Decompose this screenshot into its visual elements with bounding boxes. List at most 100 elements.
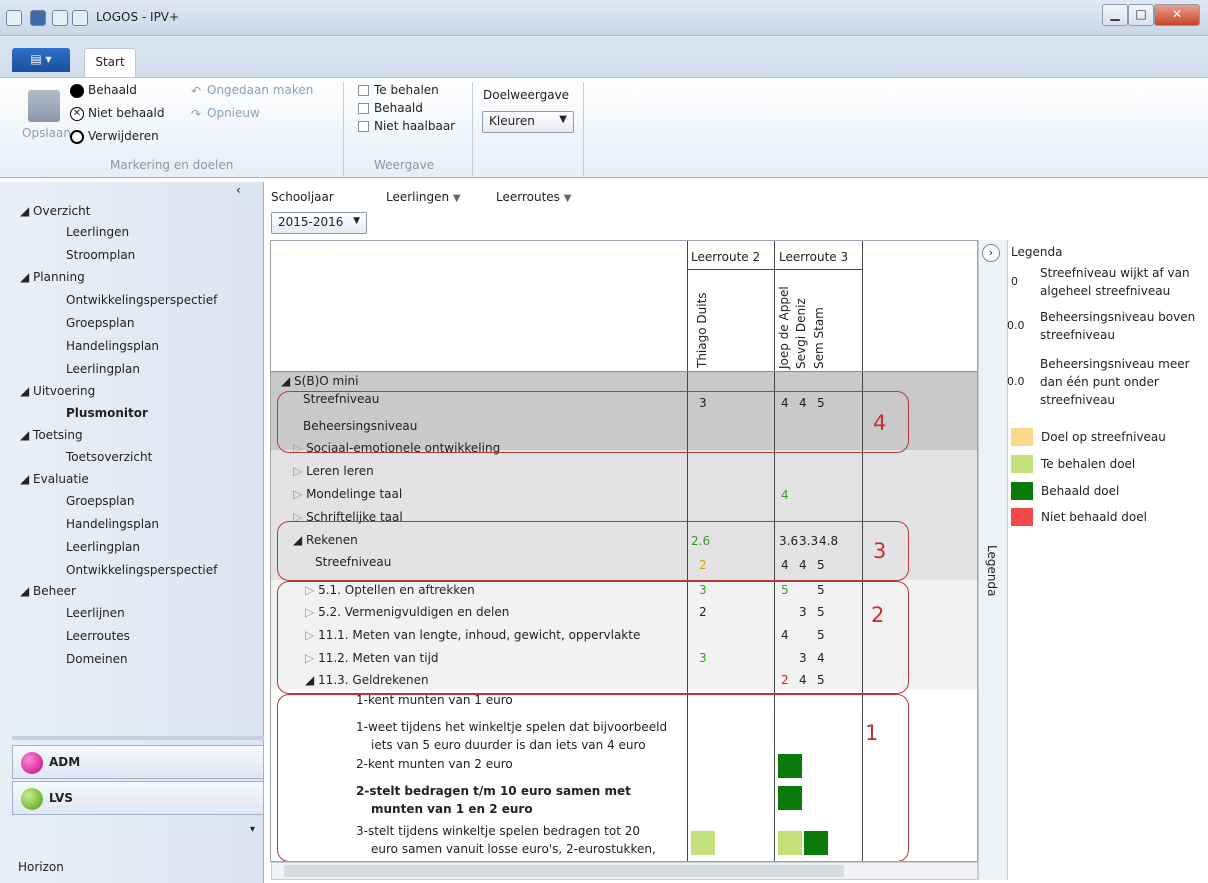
route-2-header: Leerroute 2 — [691, 250, 761, 264]
title-bar: LOGOS - IPV+ ▁ □ ✕ — [0, 0, 1208, 36]
redo-button[interactable]: Opnieuw — [207, 106, 260, 120]
module-adm-button[interactable]: ADM — [12, 745, 264, 779]
swatch-niet-behaald — [1011, 508, 1033, 526]
save-button[interactable]: Opslaan — [22, 126, 71, 140]
behaald-checkbox[interactable] — [358, 103, 369, 114]
legend-swatch-2: Te behalen doel — [1041, 457, 1136, 471]
nav-evaluatie-ontwikkelingsperspectief[interactable]: Ontwikkelingsperspectief — [66, 563, 217, 577]
nav-groepsplan[interactable]: Groepsplan — [66, 316, 134, 330]
save-quick-icon[interactable] — [30, 10, 46, 26]
legend-title: Legenda — [1011, 245, 1063, 259]
undo-quick-icon[interactable] — [52, 10, 68, 26]
module-lvs-button[interactable]: LVS — [12, 781, 264, 815]
nav-evaluatie-handelingsplan[interactable]: Handelingsplan — [66, 517, 159, 531]
legend-toggle-icon[interactable]: › — [982, 244, 1000, 262]
legend-sample-red: 0.0 — [1007, 375, 1025, 388]
leerroutes-filter[interactable]: Leerroutes ▼ — [496, 190, 571, 204]
annotation-label-3: 3 — [873, 539, 887, 563]
chevron-down-icon: ▼ — [559, 114, 567, 125]
student-thiago-duits[interactable]: Thiago Duits — [695, 292, 709, 368]
dropdown-icon: ▼ — [563, 193, 572, 204]
swatch-te-behalen — [1011, 455, 1033, 473]
niet-haalbaar-checkbox[interactable] — [358, 121, 369, 132]
nav-evaluatie-leerlingplan[interactable]: Leerlingplan — [66, 540, 140, 554]
app-icon — [6, 10, 22, 26]
verwijderen-button[interactable]: Verwijderen — [88, 129, 159, 143]
adm-orb-icon — [21, 752, 43, 774]
niet-behaald-button[interactable]: Niet behaald — [88, 106, 164, 120]
nav-planning[interactable]: ◢ Planning — [20, 270, 85, 284]
annotation-label-1: 1 — [865, 721, 879, 745]
route-header-line — [687, 269, 862, 270]
undo-button[interactable]: Ongedaan maken — [207, 83, 313, 97]
nav-uitvoering[interactable]: ◢ Uitvoering — [20, 384, 95, 398]
scrollbar-thumb[interactable] — [284, 865, 844, 877]
nav-plusmonitor[interactable]: Plusmonitor — [66, 406, 148, 420]
group-label-markering: Markering en doelen — [110, 158, 234, 172]
legend-item-2: Beheersingsniveau boven streefniveau — [1040, 310, 1196, 342]
legend-swatch-3: Behaald doel — [1041, 484, 1120, 498]
redo-quick-icon[interactable] — [72, 10, 88, 26]
annotation-box-2 — [277, 581, 909, 694]
nav-splitter[interactable] — [12, 736, 264, 740]
module-overflow-icon[interactable]: ▾ — [250, 824, 255, 835]
annotation-box-3 — [277, 521, 909, 581]
student-joep-de-appel[interactable]: Joep de Appel — [777, 277, 791, 369]
leerlingen-filter[interactable]: Leerlingen ▼ — [386, 190, 461, 204]
nav-horizon[interactable]: Horizon — [18, 860, 64, 874]
tab-start[interactable]: Start — [84, 48, 136, 78]
nav-leerlijnen[interactable]: Leerlijnen — [66, 606, 125, 620]
behaald-button[interactable]: Behaald — [88, 83, 137, 97]
legend-tab[interactable]: Legenda — [985, 545, 999, 596]
nav-overzicht[interactable]: ◢ Overzicht — [20, 204, 90, 218]
route-3-header: Leerroute 3 — [779, 250, 849, 264]
nav-toetsoverzicht[interactable]: Toetsoverzicht — [66, 450, 152, 464]
legend-item-3: Beheersingsniveau meer dan één punt onde… — [1040, 357, 1190, 407]
undo-icon: ↶ — [191, 84, 202, 98]
te-behalen-label: Te behalen — [374, 83, 439, 97]
legend-swatch-1: Doel op streefniveau — [1041, 430, 1166, 444]
doelweergave-select[interactable]: Kleuren ▼ — [482, 111, 574, 133]
val[interactable]: 4 — [781, 488, 789, 502]
ribbon-tabs — [0, 36, 1208, 78]
annotation-label-4: 4 — [873, 411, 887, 435]
annotation-box-4 — [277, 391, 909, 453]
maximize-button[interactable]: □ — [1128, 4, 1154, 26]
nav-domeinen[interactable]: Domeinen — [66, 652, 128, 666]
legend-sample-orange: 0 — [1011, 275, 1018, 288]
swatch-doel-op-streef — [1011, 428, 1033, 446]
group-separator-3 — [583, 82, 584, 176]
nav-leerlingplan[interactable]: Leerlingplan — [66, 362, 140, 376]
row-leren-leren[interactable]: ▷ Leren leren — [293, 464, 374, 478]
row-sbo[interactable]: ◢ S(B)O mini — [281, 374, 358, 388]
swatch-behaald — [1011, 482, 1033, 500]
schooljaar-label: Schooljaar — [271, 190, 334, 204]
behaald-icon — [70, 84, 84, 98]
te-behalen-checkbox[interactable] — [358, 85, 369, 96]
nav-toetsing[interactable]: ◢ Toetsing — [20, 428, 83, 442]
group-label-weergave: Weergave — [374, 158, 435, 172]
student-sem-stam[interactable]: Sem Stam — [812, 303, 826, 369]
nav-leerroutes[interactable]: Leerroutes — [66, 629, 130, 643]
group-separator — [343, 82, 344, 176]
minimize-button[interactable]: ▁ — [1102, 4, 1128, 26]
nav-evaluatie-groepsplan[interactable]: Groepsplan — [66, 494, 134, 508]
app-menu-button[interactable]: ▤ ▾ — [12, 48, 70, 72]
header-line — [271, 371, 977, 372]
collapse-nav-icon[interactable]: ‹ — [236, 183, 241, 197]
nav-beheer[interactable]: ◢ Beheer — [20, 584, 76, 598]
chevron-down-icon: ▼ — [353, 216, 360, 226]
nav-leerlingen[interactable]: Leerlingen — [66, 225, 129, 239]
save-icon — [28, 90, 60, 122]
student-sevgi-deniz[interactable]: Sevgi Deniz — [794, 295, 808, 369]
schooljaar-select[interactable]: 2015-2016 ▼ — [271, 212, 367, 234]
redo-icon: ↷ — [191, 107, 202, 121]
nav-handelingsplan[interactable]: Handelingsplan — [66, 339, 159, 353]
horizontal-scrollbar[interactable] — [271, 862, 978, 880]
row-mondelinge-taal[interactable]: ▷ Mondelinge taal — [293, 487, 402, 501]
behaald-checkbox-label: Behaald — [374, 101, 423, 115]
nav-evaluatie[interactable]: ◢ Evaluatie — [20, 472, 89, 486]
nav-ontwikkelingsperspectief[interactable]: Ontwikkelingsperspectief — [66, 293, 217, 307]
close-button[interactable]: ✕ — [1154, 4, 1200, 26]
nav-stroomplan[interactable]: Stroomplan — [66, 248, 135, 262]
